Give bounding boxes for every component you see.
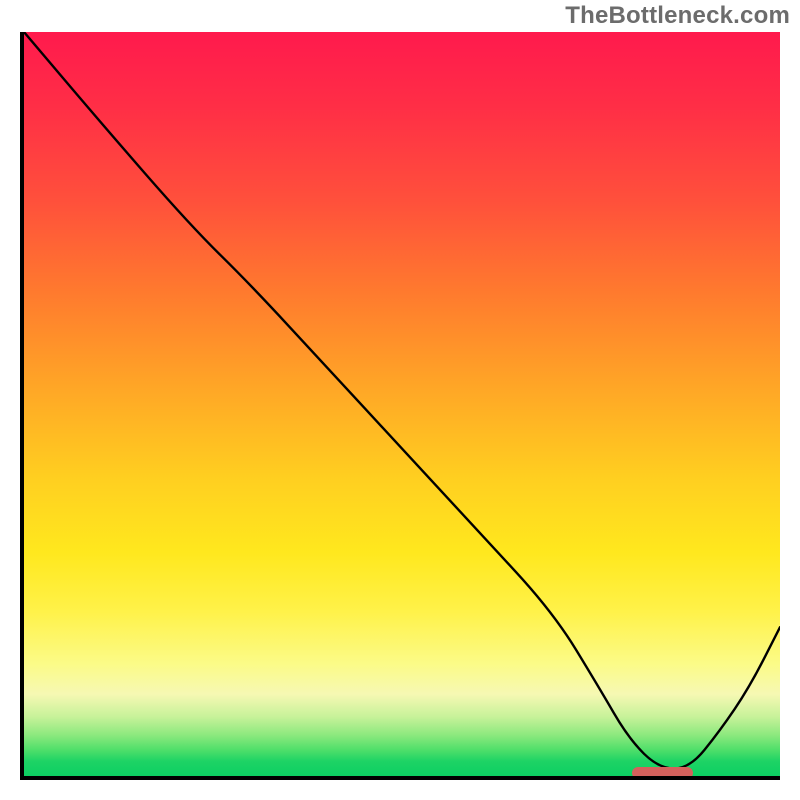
bottleneck-curve [24, 32, 780, 776]
optimal-range-marker [632, 767, 693, 776]
watermark-text: TheBottleneck.com [565, 2, 790, 30]
chart-plot-area [24, 32, 780, 776]
chart-axes [20, 32, 780, 780]
